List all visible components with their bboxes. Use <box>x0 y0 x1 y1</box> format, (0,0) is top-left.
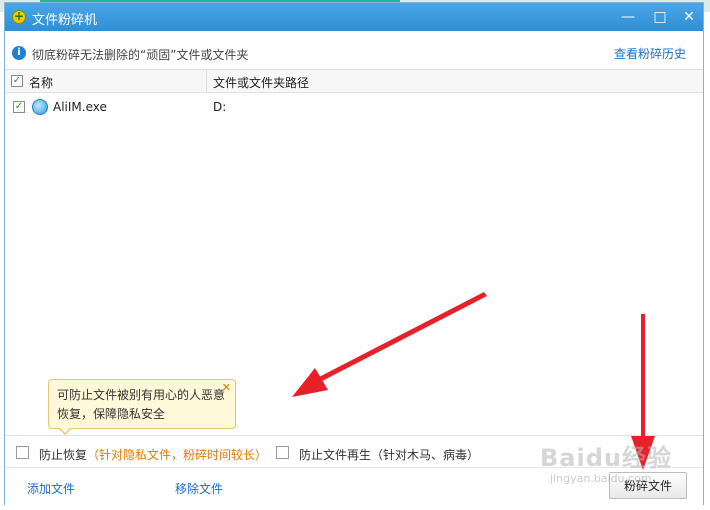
file-path: D: <box>213 100 227 114</box>
window-title: 文件粉碎机 <box>32 13 98 28</box>
file-name: AliIM.exe <box>53 100 107 114</box>
remove-file-link[interactable]: 移除文件 <box>175 480 223 497</box>
hint-tooltip: 可防止文件被别有用心的人恶意 恢复，保障隐私安全 ✕ <box>48 379 236 435</box>
minimize-button[interactable]: — <box>617 7 639 27</box>
column-header-name[interactable]: 名称 <box>29 74 53 91</box>
column-header-path[interactable]: 文件或文件夹路径 <box>213 74 309 91</box>
table-row[interactable]: ✓ AliIM.exe D: <box>5 96 703 118</box>
info-text: 彻底粉碎无法删除的“顽固”文件或文件夹 <box>32 48 249 62</box>
aliim-app-icon <box>32 99 48 115</box>
tooltip-tail-fill <box>60 428 70 433</box>
prevent-regen-checkbox[interactable] <box>276 446 289 459</box>
title-bar[interactable]: + 文件粉碎机 — □ ✕ <box>5 3 703 31</box>
close-button[interactable]: ✕ <box>678 7 700 27</box>
info-icon: i <box>12 46 26 60</box>
shredder-app-icon: + <box>12 9 26 24</box>
watermark-main-text: Baidu经验 <box>540 444 672 472</box>
tooltip-line-2: 恢复，保障隐私安全 <box>57 407 166 421</box>
table-header: ✓ 名称 文件或文件夹路径 <box>5 70 703 93</box>
column-divider[interactable] <box>206 70 207 92</box>
add-file-link[interactable]: 添加文件 <box>27 480 75 497</box>
baidu-watermark: Baidu经验 jingyan.baidu.com <box>540 438 700 508</box>
prevent-recovery-checkbox[interactable] <box>16 446 29 459</box>
tooltip-line-1: 可防止文件被别有用心的人恶意 <box>57 388 226 402</box>
view-shred-history-link[interactable]: 查看粉碎历史 <box>614 45 686 62</box>
prevent-recovery-hint: （针对隐私文件，粉碎时间较长） <box>87 448 268 462</box>
tooltip-close-icon[interactable]: ✕ <box>222 382 231 393</box>
info-bar: i 彻底粉碎无法删除的“顽固”文件或文件夹 查看粉碎历史 <box>5 31 703 69</box>
prevent-recovery-option[interactable]: 防止恢复（针对隐私文件，粉碎时间较长） <box>39 446 267 463</box>
row-checkbox[interactable]: ✓ <box>13 101 25 113</box>
prevent-regen-hint: （针对木马、病毒） <box>371 448 480 462</box>
watermark-sub-text: jingyan.baidu.com <box>550 472 652 485</box>
prevent-regen-option[interactable]: 防止文件再生（针对木马、病毒） <box>299 446 479 463</box>
select-all-checkbox[interactable]: ✓ <box>11 75 23 87</box>
prevent-recovery-label: 防止恢复 <box>39 448 88 462</box>
prevent-regen-label: 防止文件再生 <box>299 448 372 462</box>
maximize-button[interactable]: □ <box>649 7 671 27</box>
file-shredder-window: + 文件粉碎机 — □ ✕ i 彻底粉碎无法删除的“顽固”文件或文件夹 查看粉碎… <box>4 2 704 505</box>
